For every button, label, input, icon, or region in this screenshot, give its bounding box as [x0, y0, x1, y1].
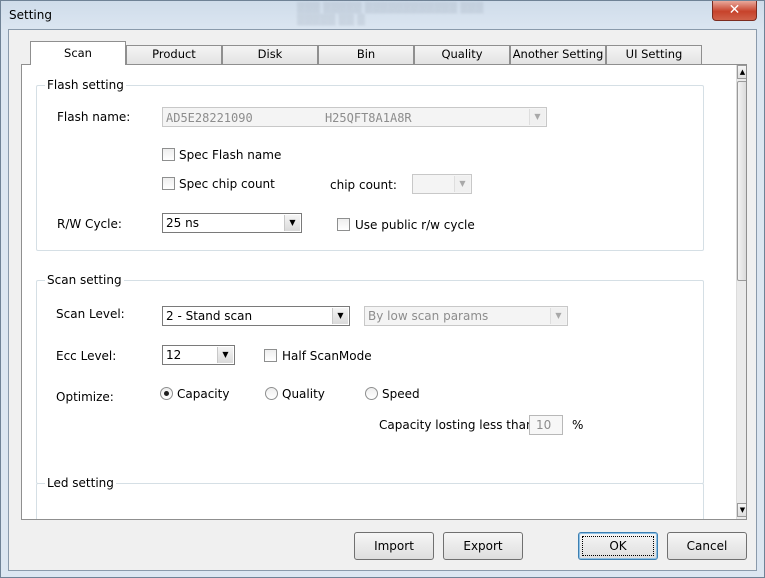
ecc-level-dropdown[interactable]: 12 ▼ [162, 345, 235, 365]
tab-panel-scan: Flash setting Flash name: AD5E28221090 H… [21, 64, 747, 520]
cancel-button[interactable]: Cancel [667, 532, 747, 560]
chevron-down-icon: ▼ [284, 215, 300, 231]
chevron-down-icon: ▼ [217, 347, 233, 363]
optimize-speed-radio[interactable] [365, 387, 378, 400]
use-public-rw-cycle-label: Use public r/w cycle [355, 218, 475, 232]
optimize-capacity-radio[interactable] [160, 387, 173, 400]
title-bar[interactable]: Setting ▒▒▒ ▒▒▒▒▒ ▒▒▒▒▒▒▒▒▒▒▒▒ ▒▒▒ ▒▒▒▒▒ … [1, 1, 764, 29]
chevron-down-icon: ▼ [529, 109, 545, 125]
flash-setting-title: Flash setting [45, 78, 126, 92]
spec-chip-count-checkbox[interactable] [162, 177, 175, 190]
half-scanmode-checkbox[interactable] [264, 349, 277, 362]
close-button[interactable]: ✕ [712, 1, 757, 21]
capacity-losting-unit: % [572, 418, 584, 432]
scan-level-value: 2 - Stand scan [166, 309, 253, 323]
setting-dialog: Setting ▒▒▒ ▒▒▒▒▒ ▒▒▒▒▒▒▒▒▒▒▒▒ ▒▒▒ ▒▒▒▒▒ … [0, 0, 765, 578]
use-public-rw-cycle-checkbox[interactable] [337, 218, 350, 231]
rw-cycle-value: 25 ns [166, 216, 199, 230]
tab-disk[interactable]: Disk [222, 45, 318, 64]
window-title: Setting [9, 8, 52, 22]
vertical-scrollbar[interactable]: ▲ ▼ [736, 65, 746, 519]
tab-ui-setting[interactable]: UI Setting [606, 45, 702, 64]
scan-level-dropdown[interactable]: 2 - Stand scan ▼ [162, 306, 350, 326]
tab-scan[interactable]: Scan [30, 41, 126, 65]
spec-flash-name-label: Spec Flash name [179, 148, 282, 162]
dialog-client-area: Scan Product Disk Bin Quality Another Se… [8, 29, 757, 571]
chip-count-dropdown[interactable]: ▼ [412, 174, 472, 194]
optimize-speed-label: Speed [382, 387, 420, 401]
flash-name-value: AD5E28221090 H25QFT8A1A8R [166, 111, 412, 125]
scan-params-value: By low scan params [368, 309, 489, 323]
capacity-losting-input[interactable]: 10 [529, 415, 563, 435]
tab-product[interactable]: Product [126, 45, 222, 64]
led-setting-group: Led setting [36, 476, 704, 519]
ecc-level-value: 12 [166, 348, 182, 362]
rw-cycle-label: R/W Cycle: [57, 217, 122, 231]
scroll-down-icon[interactable]: ▼ [737, 503, 746, 517]
optimize-capacity-label: Capacity [177, 387, 230, 401]
flash-name-dropdown[interactable]: AD5E28221090 H25QFT8A1A8R ▼ [162, 107, 547, 127]
half-scanmode-label: Half ScanMode [282, 349, 372, 363]
capacity-losting-label: Capacity losting less than [379, 418, 534, 432]
scan-level-label: Scan Level: [56, 307, 125, 321]
export-button[interactable]: Export [443, 532, 523, 560]
chip-count-label: chip count: [330, 178, 397, 192]
spec-chip-count-label: Spec chip count [179, 177, 275, 191]
scrollbar-thumb[interactable] [737, 81, 746, 281]
import-button[interactable]: Import [354, 532, 434, 560]
scan-params-dropdown[interactable]: By low scan params ▼ [364, 306, 568, 326]
tab-quality[interactable]: Quality [414, 45, 510, 64]
chevron-down-icon: ▼ [550, 308, 566, 324]
flash-name-label: Flash name: [57, 110, 131, 124]
ecc-level-label: Ecc Level: [56, 349, 117, 363]
tab-bin[interactable]: Bin [318, 45, 414, 64]
spec-flash-name-checkbox[interactable] [162, 148, 175, 161]
scroll-content: Flash setting Flash name: AD5E28221090 H… [22, 65, 734, 519]
blurred-background-text: ▒▒▒ ▒▒▒▒▒ ▒▒▒▒▒▒▒▒▒▒▒▒ ▒▒▒ ▒▒▒▒▒ ▒▒ ▒ [297, 3, 484, 26]
optimize-label: Optimize: [56, 390, 114, 404]
ok-button[interactable]: OK [578, 532, 658, 560]
chevron-down-icon: ▼ [454, 176, 470, 192]
scroll-up-icon[interactable]: ▲ [737, 65, 746, 79]
led-setting-title: Led setting [45, 476, 116, 490]
rw-cycle-dropdown[interactable]: 25 ns ▼ [162, 213, 302, 233]
tab-another-setting[interactable]: Another Setting [510, 45, 606, 64]
chevron-down-icon: ▼ [332, 308, 348, 324]
scan-setting-title: Scan setting [45, 273, 124, 287]
optimize-quality-radio[interactable] [265, 387, 278, 400]
focus-rectangle [582, 536, 654, 556]
optimize-quality-label: Quality [282, 387, 325, 401]
